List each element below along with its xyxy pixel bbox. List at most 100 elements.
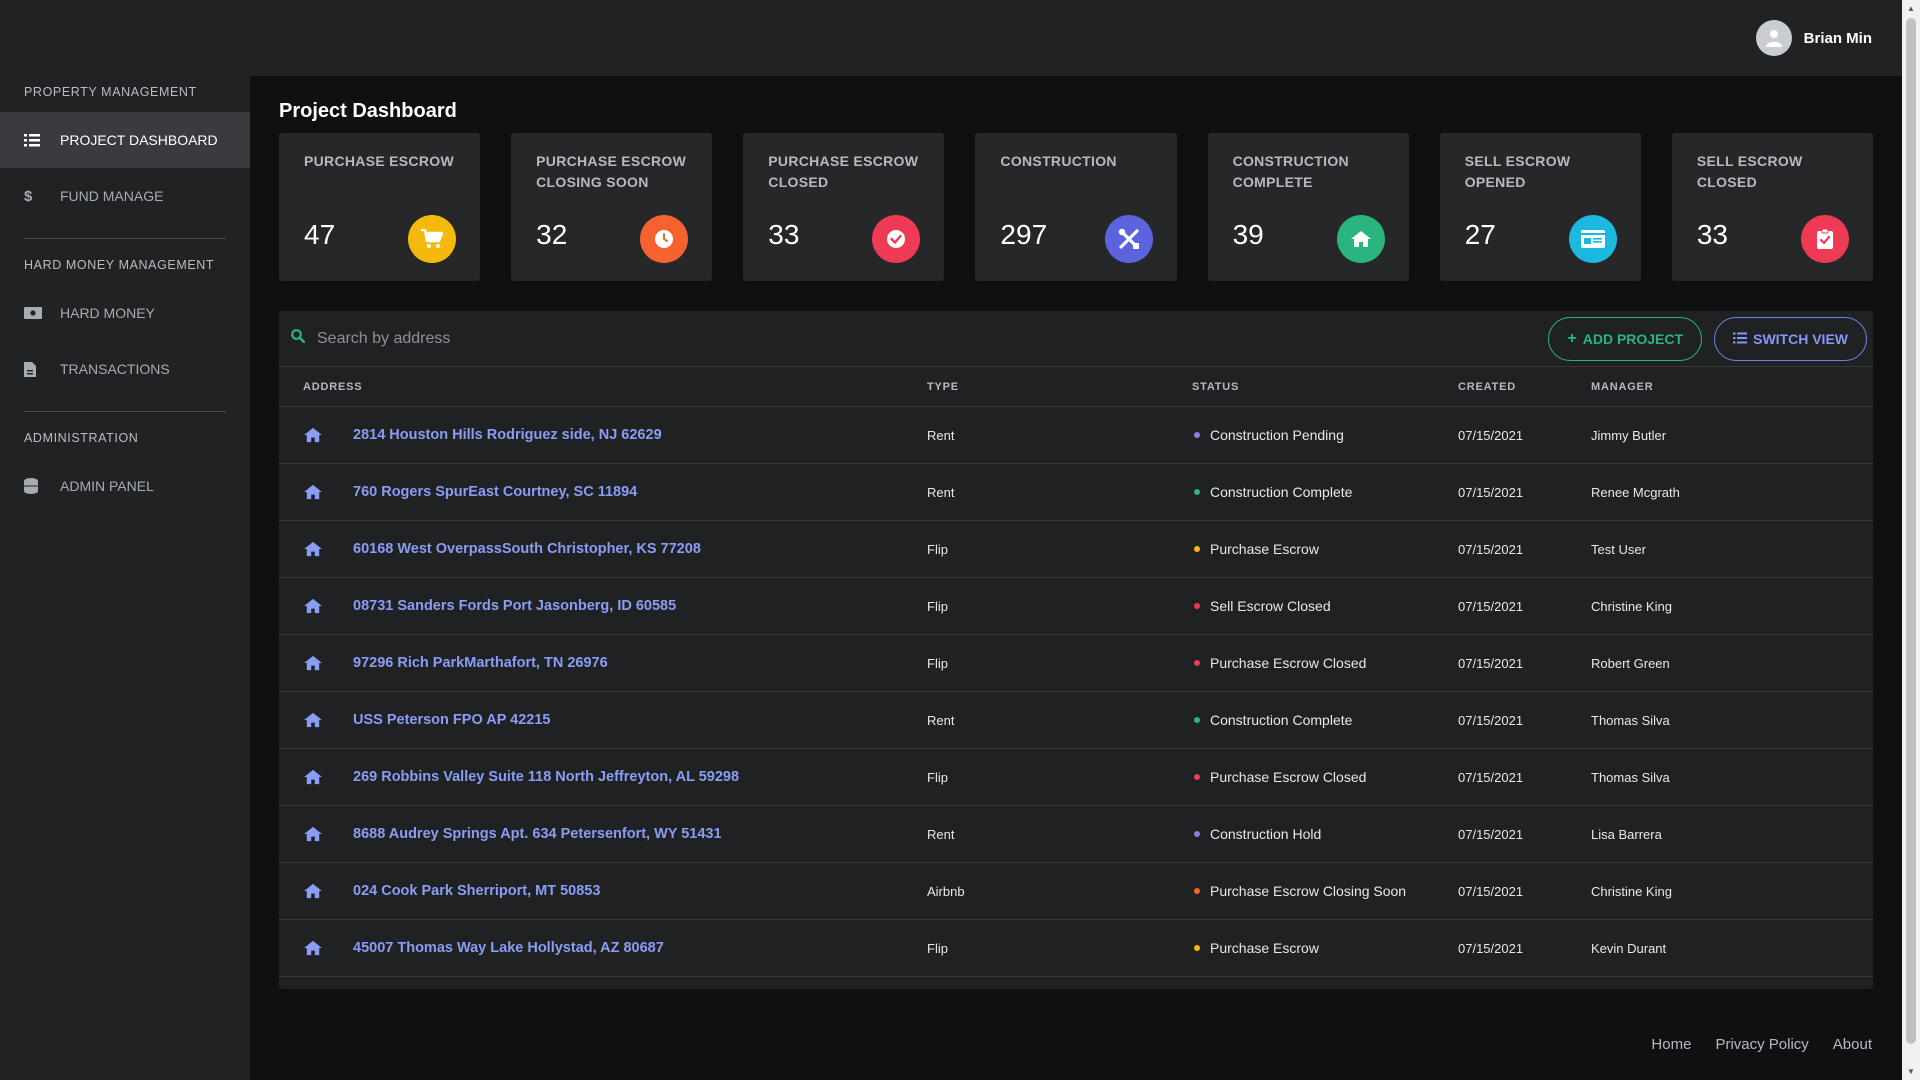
address-link[interactable]: 97296 Rich ParkMarthafort, TN 26976 xyxy=(353,655,608,671)
tools-icon xyxy=(1104,215,1153,263)
address-link[interactable]: 08731 Sanders Fords Port Jasonberg, ID 6… xyxy=(353,598,676,614)
card-title: SELL ESCROW CLOSED xyxy=(1696,153,1803,190)
stat-card-purchase-escrow-closed[interactable]: PURCHASE ESCROW CLOSED 33 xyxy=(743,133,945,281)
sidebar-item-fund-manage[interactable]: $ FUND MANAGE xyxy=(0,168,250,224)
status-label: Sell Escrow Closed xyxy=(1210,598,1331,614)
column-header-address[interactable]: ADDRESS xyxy=(279,381,927,393)
cell-status: Purchase Escrow xyxy=(1192,940,1458,956)
column-header-status[interactable]: STATUS xyxy=(1192,381,1458,393)
sidebar-section-property-management: PROPERTY MANAGEMENT xyxy=(24,85,197,99)
column-header-created[interactable]: CREATED xyxy=(1458,381,1591,393)
sidebar-item-admin-panel[interactable]: ADMIN PANEL xyxy=(0,458,250,514)
table-row[interactable]: 08731 Sanders Fords Port Jasonberg, ID 6… xyxy=(279,578,1873,635)
user-menu[interactable]: Brian Min xyxy=(1755,20,1872,56)
table-row[interactable]: 760 Rogers SpurEast Courtney, SC 11894 Re… xyxy=(279,464,1873,521)
cell-created: 07/15/2021 xyxy=(1458,598,1524,614)
home-icon xyxy=(303,769,353,785)
table-row[interactable]: 45007 Thomas Way Lake Hollystad, AZ 8068… xyxy=(279,920,1873,977)
status-label: Purchase Escrow Closed xyxy=(1210,655,1367,671)
cell-address: 08731 Sanders Fords Port Jasonberg, ID 6… xyxy=(279,598,927,614)
table-row[interactable]: USS Peterson FPO AP 42215 Rent Constructio… xyxy=(279,692,1873,749)
home-icon xyxy=(303,598,353,614)
scrollbar-thumb[interactable] xyxy=(1906,18,1916,1044)
cell-type: Flip xyxy=(927,598,948,614)
column-header-manager[interactable]: MANAGER xyxy=(1591,381,1873,393)
table-row[interactable]: 97296 Rich ParkMarthafort, TN 26976 Flip P… xyxy=(279,635,1873,692)
address-link[interactable]: 45007 Thomas Way Lake Hollystad, AZ 8068… xyxy=(353,940,664,956)
cell-status: Construction Complete xyxy=(1192,484,1458,500)
stat-cards: PURCHASE ESCROW 47 PURCHASE ESCROW CLOSI… xyxy=(279,133,1873,281)
scroll-down-icon[interactable]: ▼ xyxy=(1907,1067,1915,1076)
table-body: 2814 Houston Hills Rodriguez side, NJ 62… xyxy=(279,407,1873,977)
search-input[interactable] xyxy=(317,329,1537,348)
stat-card-sell-escrow-closed[interactable]: SELL ESCROW CLOSED 33 xyxy=(1671,133,1873,281)
sidebar-item-transactions[interactable]: TRANSACTIONS xyxy=(0,341,250,397)
cell-manager: Christine King xyxy=(1591,883,1672,899)
cell-type: Rent xyxy=(927,427,955,443)
status-dot xyxy=(1194,489,1200,495)
home-icon xyxy=(303,883,353,899)
sidebar-item-hard-money[interactable]: HARD MONEY xyxy=(0,285,250,341)
cell-type: Rent xyxy=(927,484,955,500)
footer-link-privacy-policy[interactable]: Privacy Policy xyxy=(1715,1036,1808,1053)
cell-manager: Lisa Barrera xyxy=(1591,826,1662,842)
file-invoice-icon xyxy=(24,361,60,377)
cell-address: 97296 Rich ParkMarthafort, TN 26976 xyxy=(279,655,927,671)
cell-address: 45007 Thomas Way Lake Hollystad, AZ 8068… xyxy=(279,940,927,956)
table-row[interactable]: 60168 West OverpassSouth Christopher, KS… xyxy=(279,521,1873,578)
cell-status: Purchase Escrow Closed xyxy=(1192,769,1458,785)
address-link[interactable]: USS Peterson FPO AP 42215 xyxy=(353,712,550,728)
cell-type: Rent xyxy=(927,712,955,728)
column-header-type[interactable]: TYPE xyxy=(927,381,1192,393)
cell-created: 07/15/2021 xyxy=(1458,541,1524,557)
top-bar: Brian Min xyxy=(0,0,1902,76)
stat-card-purchase-escrow[interactable]: PURCHASE ESCROW 47 xyxy=(279,133,481,281)
projects-table: + ADD PROJECT SWITCH VIEW ADDRESS TYPE S… xyxy=(279,311,1873,989)
stat-card-purchase-escrow-closing-soon[interactable]: PURCHASE ESCROW CLOSING SOON 32 xyxy=(511,133,713,281)
cell-address: 8688 Audrey Springs Apt. 634 Petersenfor… xyxy=(279,826,927,842)
address-link[interactable]: 2814 Houston Hills Rodriguez side, NJ 62… xyxy=(353,427,662,443)
table-row[interactable]: 2814 Houston Hills Rodriguez side, NJ 62… xyxy=(279,407,1873,464)
cell-created: 07/15/2021 xyxy=(1458,883,1524,899)
address-link[interactable]: 269 Robbins Valley Suite 118 North Jeffr… xyxy=(353,769,739,785)
cell-address: 024 Cook Park Sherriport, MT 50853 xyxy=(279,883,927,899)
scroll-up-icon[interactable]: ▲ xyxy=(1907,4,1915,13)
page-title: Project Dashboard xyxy=(279,100,457,122)
address-link[interactable]: 8688 Audrey Springs Apt. 634 Petersenfor… xyxy=(353,826,722,842)
home-icon xyxy=(303,427,353,443)
address-link[interactable]: 760 Rogers SpurEast Courtney, SC 11894 xyxy=(353,484,637,500)
card-title: SELL ESCROW OPENED xyxy=(1464,153,1571,190)
stat-card-construction-complete[interactable]: CONSTRUCTION COMPLETE 39 xyxy=(1207,133,1409,281)
user-name[interactable]: Brian Min xyxy=(1804,30,1872,47)
status-label: Purchase Escrow Closing Soon xyxy=(1210,883,1407,899)
home-icon xyxy=(303,655,353,671)
table-row[interactable]: 024 Cook Park Sherriport, MT 50853 Airbnb… xyxy=(279,863,1873,920)
cell-type: Flip xyxy=(927,940,948,956)
cell-type: Flip xyxy=(927,541,948,557)
stat-card-construction[interactable]: CONSTRUCTION 297 xyxy=(975,133,1177,281)
sidebar-item-project-dashboard[interactable]: PROJECT DASHBOARD xyxy=(0,112,250,168)
sidebar-item-label: FUND MANAGE xyxy=(60,188,164,204)
list-icon xyxy=(1733,331,1748,347)
cell-type: Airbnb xyxy=(927,883,965,899)
status-dot xyxy=(1194,432,1200,438)
avatar[interactable] xyxy=(1755,20,1792,56)
address-link[interactable]: 024 Cook Park Sherriport, MT 50853 xyxy=(353,883,600,899)
dollar-icon: $ xyxy=(24,187,33,205)
table-row[interactable]: 269 Robbins Valley Suite 118 North Jeffr… xyxy=(279,749,1873,806)
table-row[interactable]: 8688 Audrey Springs Apt. 634 Petersenfor… xyxy=(279,806,1873,863)
add-project-button[interactable]: + ADD PROJECT xyxy=(1548,316,1703,361)
switch-view-button[interactable]: SWITCH VIEW xyxy=(1714,316,1867,361)
address-link[interactable]: 60168 West OverpassSouth Christopher, KS… xyxy=(353,541,701,557)
status-label: Construction Complete xyxy=(1210,712,1353,728)
table-toolbar: + ADD PROJECT SWITCH VIEW xyxy=(279,311,1873,367)
footer-link-home[interactable]: Home xyxy=(1651,1036,1691,1053)
cell-created: 07/15/2021 xyxy=(1458,940,1524,956)
cell-status: Construction Complete xyxy=(1192,712,1458,728)
cell-type: Flip xyxy=(927,769,948,785)
page-scrollbar[interactable]: ▲ ▼ xyxy=(1902,0,1920,1080)
stat-card-sell-escrow-opened[interactable]: SELL ESCROW OPENED 27 xyxy=(1439,133,1641,281)
card-value: 47 xyxy=(304,219,336,250)
footer-link-about[interactable]: About xyxy=(1833,1036,1872,1053)
home-icon xyxy=(303,484,353,500)
